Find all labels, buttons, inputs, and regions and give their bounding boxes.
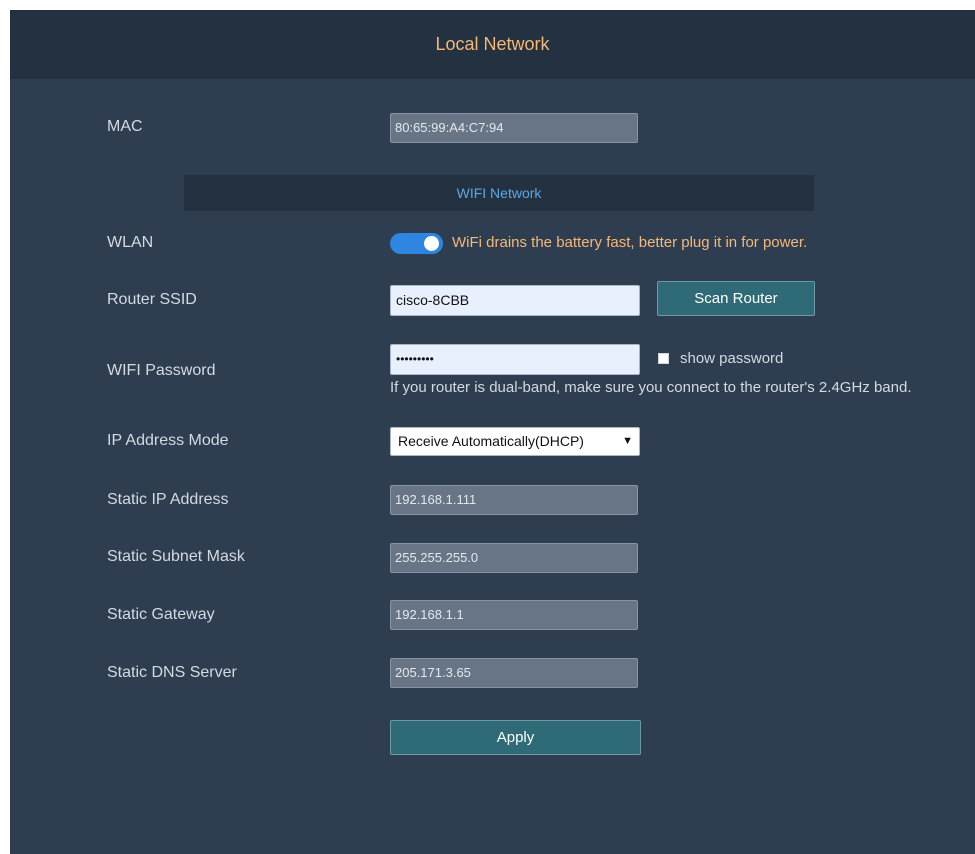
- static-gateway-field[interactable]: 192.168.1.1: [390, 600, 638, 630]
- toggle-knob: [424, 236, 439, 251]
- local-network-panel: Local Network MAC 80:65:99:A4:C7:94 WIFI…: [10, 10, 975, 854]
- router-ssid-input[interactable]: cisco-8CBB: [390, 285, 640, 316]
- apply-button[interactable]: Apply: [390, 720, 641, 755]
- ip-mode-selected: Receive Automatically(DHCP): [398, 433, 584, 449]
- mac-field: 80:65:99:A4:C7:94: [390, 113, 638, 143]
- wifi-password-label: WIFI Password: [107, 362, 216, 379]
- static-subnet-field[interactable]: 255.255.255.0: [390, 543, 638, 573]
- ip-mode-select[interactable]: Receive Automatically(DHCP) ▼: [390, 427, 640, 456]
- router-ssid-label: Router SSID: [107, 291, 197, 308]
- static-ip-field[interactable]: 192.168.1.111: [390, 485, 638, 515]
- static-dns-label: Static DNS Server: [107, 664, 237, 681]
- show-password-label: show password: [680, 350, 784, 367]
- static-ip-label: Static IP Address: [107, 491, 229, 508]
- dual-band-hint: If you router is dual-band, make sure yo…: [390, 379, 912, 396]
- wifi-section-header: WIFI Network: [184, 175, 814, 211]
- page-header: Local Network: [10, 10, 975, 79]
- ip-mode-label: IP Address Mode: [107, 432, 229, 449]
- static-dns-field[interactable]: 205.171.3.65: [390, 658, 638, 688]
- wlan-label: WLAN: [107, 234, 154, 251]
- wifi-password-input[interactable]: •••••••••: [390, 344, 640, 375]
- mac-label: MAC: [107, 118, 143, 135]
- wlan-toggle[interactable]: [390, 233, 443, 254]
- scan-router-button[interactable]: Scan Router: [657, 281, 815, 316]
- page-title: Local Network: [435, 34, 550, 54]
- wifi-section-title: WIFI Network: [456, 185, 542, 201]
- static-gateway-label: Static Gateway: [107, 606, 215, 623]
- static-subnet-label: Static Subnet Mask: [107, 548, 245, 565]
- wlan-warning: WiFi drains the battery fast, better plu…: [452, 234, 808, 251]
- chevron-down-icon: ▼: [622, 435, 633, 447]
- show-password-checkbox[interactable]: [658, 353, 669, 364]
